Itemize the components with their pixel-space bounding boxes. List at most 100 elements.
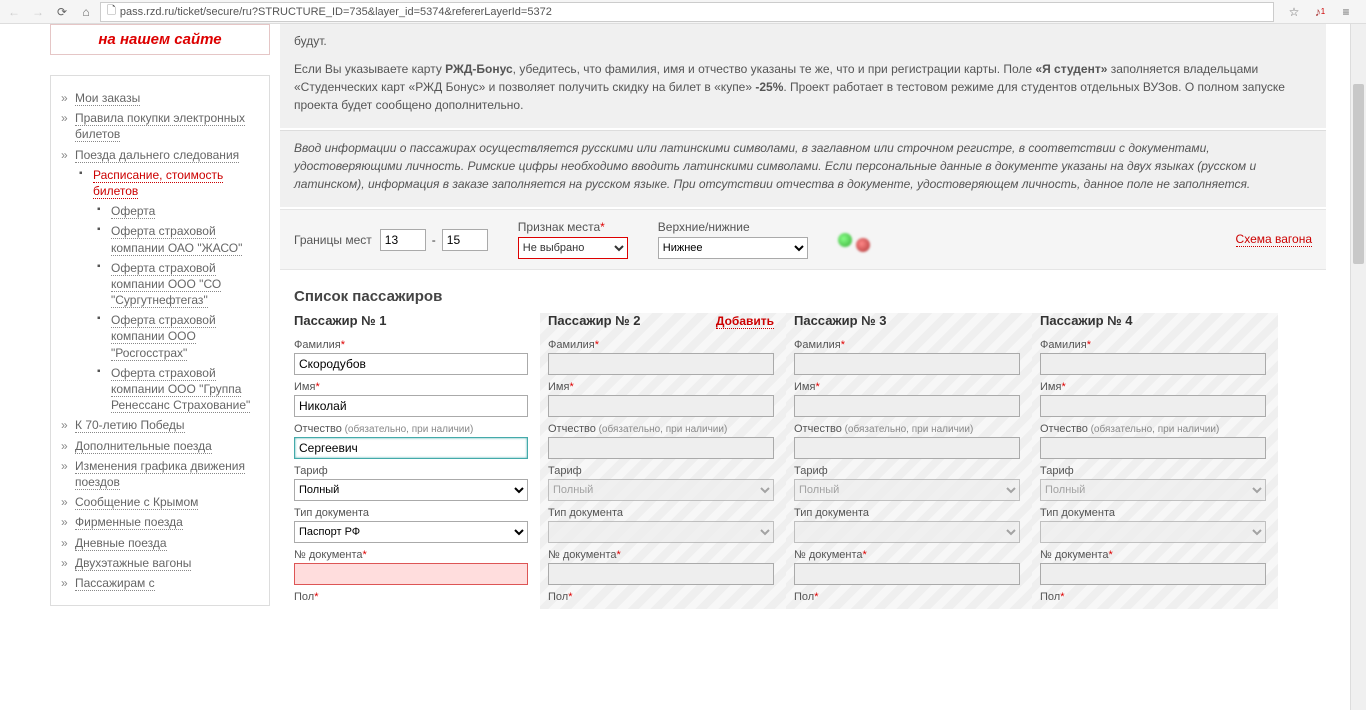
field-label: Тариф: [794, 465, 1020, 477]
seat-attr-select[interactable]: Не выбрано: [518, 237, 628, 259]
url-text: pass.rzd.ru/ticket/secure/ru?STRUCTURE_I…: [120, 6, 552, 18]
docnum-input: [548, 563, 774, 585]
seats-label: Границы мест: [294, 233, 372, 247]
nav-link[interactable]: Дневные поезда: [75, 536, 167, 551]
nav-link[interactable]: Оферта страховой компании ОАО "ЖАСО": [111, 224, 242, 255]
docnum-input: [1040, 563, 1266, 585]
name-input: [1040, 395, 1266, 417]
patronymic-input[interactable]: [294, 437, 528, 459]
controls-bar: Границы мест - Признак места* Не выбрано…: [280, 209, 1326, 270]
star-icon[interactable]: ☆: [1284, 2, 1304, 22]
passenger-title: Пассажир № 4: [1040, 313, 1133, 328]
doctype-select[interactable]: Паспорт РФ: [294, 521, 528, 543]
surname-input: [1040, 353, 1266, 375]
scrollbar-thumb[interactable]: [1353, 84, 1364, 264]
surname-input[interactable]: [294, 353, 528, 375]
nav-link[interactable]: Фирменные поезда: [75, 515, 183, 530]
level-select[interactable]: Нижнее: [658, 237, 808, 259]
field-label: Пол*: [294, 591, 528, 603]
field-label: Тип документа: [794, 507, 1020, 519]
name-input[interactable]: [294, 395, 528, 417]
field-label: Тип документа: [1040, 507, 1266, 519]
patronymic-input: [548, 437, 774, 459]
passenger-column: Пассажир № 3Фамилия*Имя*Отчество (обязат…: [786, 313, 1032, 609]
field-label: Имя*: [548, 381, 774, 393]
seat-from-input[interactable]: [380, 229, 426, 251]
info-block-2: Ввод информации о пассажирах осуществляе…: [280, 130, 1326, 207]
nav-link[interactable]: К 70-летию Победы: [75, 418, 185, 433]
nav-link[interactable]: Сообщение с Крымом: [75, 495, 198, 510]
sidebar-nav: Мои заказы Правила покупки электронных би…: [50, 75, 270, 606]
tariff-select[interactable]: Полный: [294, 479, 528, 501]
nav-link[interactable]: Поезда дальнего следования: [75, 148, 239, 163]
passenger-title: Пассажир № 2: [548, 313, 641, 328]
add-passenger-link[interactable]: Добавить: [716, 314, 774, 329]
docnum-input: [794, 563, 1020, 585]
field-label: Имя*: [1040, 381, 1266, 393]
field-label: Пол*: [1040, 591, 1266, 603]
nav-link[interactable]: Изменения графика движения поездов: [75, 459, 245, 490]
field-label: № документа*: [294, 549, 528, 561]
nav-link[interactable]: Оферта страховой компании ООО "СО "Сургу…: [111, 261, 221, 308]
field-label: Тариф: [294, 465, 528, 477]
patronymic-input: [1040, 437, 1266, 459]
reload-icon[interactable]: ⟳: [52, 2, 72, 22]
tariff-select: Полный: [794, 479, 1020, 501]
passenger-column: Пассажир № 4 Фамилия* Имя* Отчество (обязат…: [1032, 313, 1278, 609]
browser-toolbar: ← → ⟳ ⌂ 🗋 pass.rzd.ru/ticket/secure/ru?S…: [0, 0, 1366, 24]
name-input: [548, 395, 774, 417]
forward-icon[interactable]: →: [28, 2, 48, 22]
field-label: Пол*: [548, 591, 774, 603]
name-input: [794, 395, 1020, 417]
nav-link[interactable]: Оферта страховой компании ООО "Группа Ре…: [111, 366, 250, 413]
field-label: Имя*: [294, 381, 528, 393]
info-block-1: будут. Если Вы указываете карту РЖД-Бону…: [280, 24, 1326, 128]
field-label: Тип документа: [548, 507, 774, 519]
nav-link[interactable]: Мои заказы: [75, 91, 140, 106]
home-icon[interactable]: ⌂: [76, 2, 96, 22]
field-label: Фамилия*: [294, 339, 528, 351]
patronymic-input: [794, 437, 1020, 459]
nav-link[interactable]: Пассажирам с: [75, 576, 155, 591]
field-label: Фамилия*: [794, 339, 1020, 351]
nav-link[interactable]: Оферта страховой компании ООО "Росгосстр…: [111, 313, 216, 360]
level-label: Верхние/нижние: [658, 220, 808, 234]
field-label: № документа*: [548, 549, 774, 561]
field-label: Отчество (обязательно, при наличии): [294, 423, 528, 435]
nav-link[interactable]: Дополнительные поезда: [75, 439, 212, 454]
field-label: Тариф: [1040, 465, 1266, 477]
field-label: Фамилия*: [548, 339, 774, 351]
docnum-input[interactable]: [294, 563, 528, 585]
tariff-select: Полный: [1040, 479, 1266, 501]
seat-attr-label: Признак места*: [518, 220, 628, 234]
back-icon[interactable]: ←: [4, 2, 24, 22]
nav-link[interactable]: Правила покупки электронных билетов: [75, 111, 245, 142]
field-label: Отчество (обязательно, при наличии): [1040, 423, 1266, 435]
field-label: Тариф: [548, 465, 774, 477]
tariff-select: Полный: [548, 479, 774, 501]
green-dot-icon: [838, 233, 852, 247]
field-label: Тип документа: [294, 507, 528, 519]
field-label: Пол*: [794, 591, 1020, 603]
passengers-title: Список пассажиров: [294, 288, 1326, 305]
doctype-select: [1040, 521, 1266, 543]
url-bar[interactable]: 🗋 pass.rzd.ru/ticket/secure/ru?STRUCTURE…: [100, 2, 1274, 22]
nav-link[interactable]: Оферта: [111, 204, 155, 219]
nav-link[interactable]: Расписание, стоимость билетов: [93, 168, 223, 199]
music-icon[interactable]: ♪1: [1310, 2, 1330, 22]
nav-link[interactable]: Двухэтажные вагоны: [75, 556, 191, 571]
field-label: № документа*: [794, 549, 1020, 561]
red-dot-icon: [856, 238, 870, 252]
passenger-title: Пассажир № 1: [294, 313, 387, 328]
seat-to-input[interactable]: [442, 229, 488, 251]
scrollbar[interactable]: [1350, 24, 1366, 710]
passenger-title: Пассажир № 3: [794, 313, 887, 328]
field-label: Фамилия*: [1040, 339, 1266, 351]
menu-icon[interactable]: ≡: [1336, 2, 1356, 22]
scheme-link[interactable]: Схема вагона: [1236, 232, 1312, 247]
surname-input: [548, 353, 774, 375]
field-label: Отчество (обязательно, при наличии): [794, 423, 1020, 435]
logo-text: на нашем сайте: [50, 24, 270, 55]
surname-input: [794, 353, 1020, 375]
passenger-column: Пассажир № 2ДобавитьФамилия*Имя*Отчество…: [540, 313, 786, 609]
